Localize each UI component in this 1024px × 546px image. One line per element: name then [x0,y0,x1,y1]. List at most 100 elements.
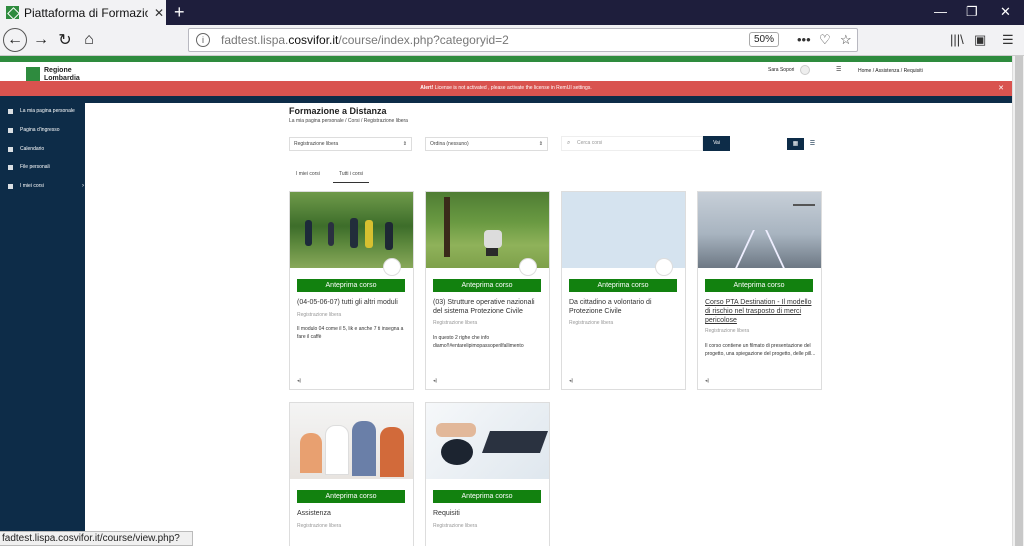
browser-nav-bar: ← → ↻ ⌂ i fadtest.lispa.cosvifor.it/cour… [0,25,1024,56]
back-arrow-icon[interactable]: ← [3,28,27,52]
course-summary: In questo 2 righe che info diamo!!#entar… [433,335,524,349]
grid-menu-icon[interactable]: ☰ [836,66,841,73]
alert-close-icon[interactable]: ✕ [998,81,1004,96]
course-card[interactable]: Anteprima corso Corso PTA Destination - … [697,191,822,390]
course-image[interactable] [698,192,821,268]
audio-icon: ◂) [705,378,710,384]
dashboard-icon [8,108,13,114]
audio-icon: ◂) [433,378,438,384]
course-category: Registrazione libera [433,320,478,326]
course-image[interactable] [290,192,413,268]
regione-logo-icon[interactable] [26,67,40,81]
search-icon: ⌕ [567,140,571,146]
top-links[interactable]: Home / Assistenza / Requisiti [858,68,923,74]
list-view-icon[interactable]: ☰ [804,138,821,150]
site-favicon-icon [6,6,19,19]
window-close-icon[interactable]: ✕ [1000,4,1011,20]
audio-icon: ◂) [297,378,302,384]
course-card[interactable]: Anteprima corso (03) Strutture operative… [425,191,550,390]
new-tab-icon[interactable]: + [174,2,185,23]
sidebar-item-my-courses[interactable]: I miei corsi › [8,183,84,189]
preview-course-button[interactable]: Anteprima corso [297,279,405,292]
course-category: Registrazione libera [569,320,614,326]
course-image[interactable] [426,403,549,479]
sidebar-item-home[interactable]: Pagina d'ingresso [8,127,60,133]
user-avatar[interactable] [800,65,810,75]
course-card[interactable]: Anteprima corso (04-05-06-07) tutti gli … [289,191,414,390]
pocket-icon[interactable]: ♡ [819,32,831,48]
course-category: Registrazione libera [705,328,750,334]
course-card[interactable]: Anteprima corso Da cittadino a volontari… [561,191,686,390]
url-bar[interactable]: i fadtest.lispa.cosvifor.it/course/index… [188,28,858,52]
teacher-avatar [383,258,401,276]
preview-course-button[interactable]: Anteprima corso [705,279,813,292]
teacher-avatar [519,258,537,276]
select-arrow-icon: ⇕ [538,141,543,147]
home-icon [8,127,13,133]
restore-icon[interactable]: ❐ [966,4,978,20]
course-title[interactable]: Requisiti [433,509,545,518]
search-input[interactable]: ⌕ Cerca corsi [561,136,703,151]
course-title[interactable]: Assistenza [297,509,409,518]
site-header: Regione Lombardia Sara Sopori ☰ Home / As… [0,62,1012,82]
license-alert: Alert! License is not activated , please… [0,81,1012,96]
select-arrow-icon: ⇕ [402,141,407,147]
zoom-level[interactable]: 50% [749,32,779,47]
course-title[interactable]: (03) Strutture operative nazionali del s… [433,298,545,316]
scrollbar-thumb[interactable] [1015,56,1023,546]
audio-icon: ◂) [569,378,574,384]
course-title[interactable]: Da cittadino a volontario di Protezione … [569,298,681,316]
browser-tab[interactable]: Piattaforma di Formazione a Di ✕ [0,0,166,25]
preview-course-button[interactable]: Anteprima corso [297,490,405,503]
preview-course-button[interactable]: Anteprima corso [433,490,541,503]
page-scrollbar[interactable] [1012,56,1024,546]
course-summary: Il corso contiene un filmato di presenta… [705,343,816,357]
tab-close-icon[interactable]: ✕ [154,6,164,20]
sort-select[interactable]: Ordina (nessuno) ⇕ [425,137,548,151]
course-summary: Il modulo 04 come il 5, lik e anche 7 ti… [297,326,404,340]
forward-arrow-icon[interactable]: → [30,29,52,51]
sidebar-item-dashboard[interactable]: La mia pagina personale [8,108,75,114]
course-card[interactable]: Anteprima corso Assistenza Registrazione… [289,402,414,546]
course-image[interactable] [426,192,549,268]
course-category: Registrazione libera [297,523,342,529]
search-button[interactable]: Vai [703,136,730,151]
teacher-avatar [655,258,673,276]
hamburger-menu-icon[interactable]: ☰ [1002,32,1014,48]
category-select[interactable]: Registrazione libera ⇕ [289,137,412,151]
reload-icon[interactable]: ↻ [54,29,76,51]
preview-course-button[interactable]: Anteprima corso [569,279,677,292]
header-divider [0,96,1012,103]
sidebar-toggle-icon[interactable]: ▣ [974,32,986,48]
file-icon [8,164,13,170]
course-title[interactable]: Corso PTA Destination - Il modello di ri… [705,298,817,325]
info-icon[interactable]: i [196,33,210,47]
tab-title: Piattaforma di Formazione a Di [24,5,148,20]
status-bar-url: fadtest.lispa.cosvifor.it/course/view.ph… [0,531,193,546]
bookmark-star-icon[interactable]: ☆ [840,32,852,48]
breadcrumb[interactable]: La mia pagina personale / Corsi / Regist… [289,118,408,124]
course-card[interactable]: Anteprima corso Requisiti Registrazione … [425,402,550,546]
user-name[interactable]: Sara Sopori [768,67,794,73]
course-category: Registrazione libera [297,312,342,318]
tab-all-courses[interactable]: Tutti i corsi [333,171,369,183]
chevron-right-icon: › [82,183,84,189]
grid-view-icon[interactable]: ▦ [787,138,804,150]
page-actions-icon[interactable]: ••• [797,32,811,47]
calendar-icon [8,146,13,152]
sidebar-item-files[interactable]: File personali [8,164,50,170]
tab-my-courses[interactable]: I miei corsi [296,171,320,177]
sidebar-item-calendar[interactable]: Calendario [8,146,44,152]
course-image[interactable] [290,403,413,479]
browser-tab-bar: Piattaforma di Formazione a Di ✕ + — ❐ ✕ [0,0,1024,25]
library-icon[interactable]: |||\ [950,32,964,47]
course-title[interactable]: (04-05-06-07) tutti gli altri moduli [297,298,409,307]
course-image[interactable] [562,192,685,268]
url-text[interactable]: fadtest.lispa.cosvifor.it/course/index.p… [221,33,509,47]
home-icon[interactable]: ⌂ [78,29,100,51]
course-category: Registrazione libera [433,523,478,529]
preview-course-button[interactable]: Anteprima corso [433,279,541,292]
page-title: Formazione a Distanza [289,106,387,116]
sidebar: La mia pagina personale Pagina d'ingress… [0,103,85,546]
minimize-icon[interactable]: — [934,4,947,19]
